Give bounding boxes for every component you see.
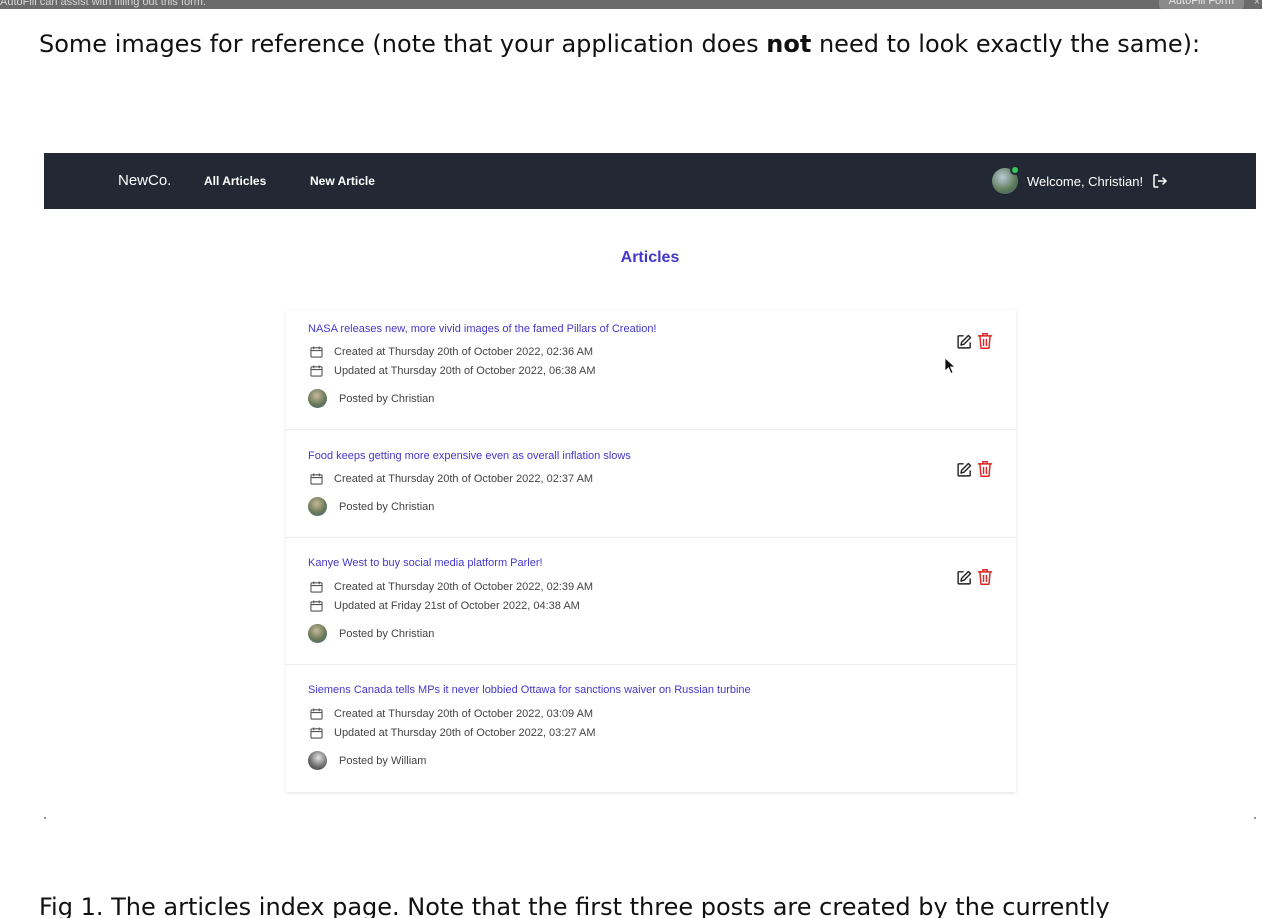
created-date: Created at Thursday 20th of October 2022… — [310, 346, 593, 358]
updated-date: Updated at Thursday 20th of October 2022… — [310, 365, 596, 377]
nav-all-articles[interactable]: All Articles — [204, 174, 266, 188]
calendar-icon — [310, 708, 323, 720]
posted-by-text: Posted by Christian — [339, 392, 435, 405]
author-avatar — [308, 497, 327, 516]
list-item: Food keeps getting more expensive even a… — [286, 430, 1016, 538]
created-text: Created at Thursday 20th of October 2022… — [334, 581, 594, 593]
edit-icon[interactable] — [956, 461, 973, 478]
author: Posted by Christian — [308, 497, 434, 516]
list-item: NASA releases new, more vivid images of … — [286, 310, 1016, 430]
mouse-cursor-icon — [944, 357, 956, 375]
updated-text: Updated at Thursday 20th of October 2022… — [334, 365, 596, 377]
calendar-icon — [310, 346, 323, 358]
created-date: Created at Thursday 20th of October 2022… — [310, 473, 593, 485]
article-actions — [956, 568, 993, 586]
article-list: NASA releases new, more vivid images of … — [286, 310, 1016, 792]
delete-icon[interactable] — [977, 332, 993, 350]
intro-text: Some images for reference (note that you… — [39, 30, 767, 58]
page-title: Articles — [620, 249, 680, 266]
user-menu: Welcome, Christian! — [992, 165, 1169, 195]
calendar-icon — [310, 365, 323, 377]
brand-logo[interactable]: NewCo. — [118, 172, 171, 189]
autofill-close-button[interactable]: × — [1254, 0, 1260, 8]
article-actions — [956, 332, 993, 350]
updated-text: Updated at Thursday 20th of October 2022… — [334, 727, 596, 739]
author-avatar — [308, 389, 327, 408]
updated-text: Updated at Friday 21st of October 2022, … — [334, 600, 580, 612]
app-screenshot: NewCo. All Articles New Article Welcome,… — [44, 153, 1256, 819]
online-status-dot — [1010, 165, 1020, 175]
calendar-icon — [310, 727, 323, 739]
author: Posted by Christian — [308, 389, 434, 408]
created-text: Created at Thursday 20th of October 2022… — [334, 346, 594, 358]
author: Posted by William — [308, 751, 426, 770]
created-text: Created at Thursday 20th of October 2022… — [334, 473, 594, 485]
created-date: Created at Thursday 20th of October 2022… — [310, 581, 593, 593]
list-item: Siemens Canada tells MPs it never lobbie… — [286, 665, 1016, 792]
avatar[interactable] — [992, 165, 1020, 194]
updated-date: Updated at Friday 21st of October 2022, … — [310, 600, 580, 612]
author-avatar — [308, 624, 327, 643]
autofill-button[interactable]: AutoFill Form — [1158, 0, 1244, 9]
article-title[interactable]: NASA releases new, more vivid images of … — [308, 323, 657, 335]
article-title[interactable]: Kanye West to buy social media platform … — [308, 557, 543, 569]
author-avatar — [308, 751, 327, 770]
delete-icon[interactable] — [977, 568, 993, 586]
navbar: NewCo. All Articles New Article Welcome,… — [44, 153, 1256, 209]
edge-mark — [44, 817, 46, 819]
welcome-message: Welcome, Christian! — [1027, 173, 1144, 189]
edit-icon[interactable] — [956, 333, 973, 350]
calendar-icon — [310, 473, 323, 485]
nav-new-article[interactable]: New Article — [310, 174, 375, 188]
edge-mark — [1254, 817, 1256, 819]
delete-icon[interactable] — [977, 460, 993, 478]
calendar-icon — [310, 581, 323, 593]
posted-by-text: Posted by Christian — [339, 627, 435, 640]
logout-icon[interactable] — [1151, 172, 1169, 190]
article-actions — [956, 460, 993, 478]
updated-date: Updated at Thursday 20th of October 2022… — [310, 727, 596, 739]
posted-by-text: Posted by Christian — [339, 500, 435, 513]
autofill-message: AutoFill can assist with filling out thi… — [0, 0, 207, 8]
intro-text-end: need to look exactly the same): — [811, 30, 1201, 58]
document-intro: Some images for reference (note that you… — [39, 24, 1239, 64]
calendar-icon — [310, 600, 323, 612]
author: Posted by Christian — [308, 624, 434, 643]
edit-icon[interactable] — [956, 569, 973, 586]
created-text: Created at Thursday 20th of October 2022… — [334, 708, 594, 720]
figure-caption: Fig 1. The articles index page. Note tha… — [39, 893, 1110, 918]
article-title[interactable]: Siemens Canada tells MPs it never lobbie… — [308, 684, 751, 696]
intro-bold-text: not — [766, 30, 812, 58]
article-title[interactable]: Food keeps getting more expensive even a… — [308, 450, 631, 462]
autofill-bar: AutoFill can assist with filling out thi… — [0, 0, 1262, 9]
created-date: Created at Thursday 20th of October 2022… — [310, 708, 593, 720]
list-item: Kanye West to buy social media platform … — [286, 538, 1016, 665]
posted-by-text: Posted by William — [339, 754, 427, 767]
